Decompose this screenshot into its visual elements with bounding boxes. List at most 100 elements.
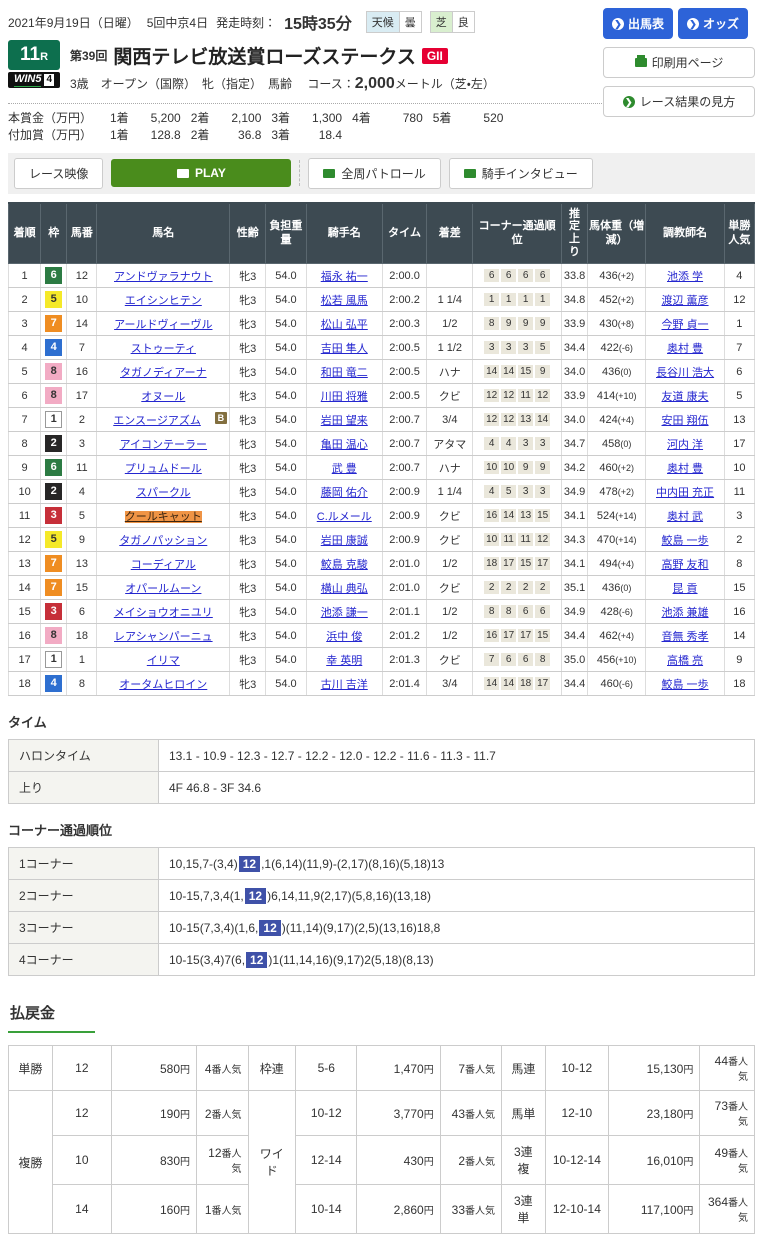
- horse-name-link[interactable]: オヌール: [141, 391, 185, 403]
- trainer-link[interactable]: 昆 貢: [673, 583, 698, 595]
- jockey-link[interactable]: 岩田 康誠: [321, 535, 368, 547]
- horse-name-link[interactable]: クールキャット: [124, 510, 202, 523]
- horse-name-link[interactable]: メイショウオニユリ: [114, 607, 213, 619]
- jockey-link[interactable]: 藤岡 佑介: [321, 487, 368, 499]
- body-weight: 422(-6): [587, 335, 647, 361]
- horse-name-link[interactable]: エイシンヒテン: [125, 295, 202, 307]
- patrol-video-button[interactable]: 全周パトロール: [308, 157, 441, 189]
- horse-name-link[interactable]: アンドヴァラナウト: [114, 271, 213, 283]
- turf-value: 良: [451, 11, 475, 33]
- corner-order: 8866: [472, 599, 562, 625]
- trainer-link[interactable]: 中内田 充正: [656, 487, 714, 499]
- horse-number: 5: [66, 503, 98, 529]
- play-button[interactable]: PLAY: [111, 159, 292, 188]
- last-3f-time: 33.9: [560, 311, 589, 337]
- horse-name-link[interactable]: アールドヴィーヴル: [114, 319, 212, 331]
- result-row: 12 5 9 タガノパッション 牝3 54.0 岩田 康誠 2:00.9 クビ …: [7, 527, 756, 553]
- corner-section-title: コーナー通過順位: [8, 823, 113, 839]
- horse-name-link[interactable]: レアシャンパーニュ: [114, 631, 213, 643]
- jockey-link[interactable]: 幸 英明: [326, 655, 362, 667]
- corner-order: 1111: [472, 287, 562, 313]
- horse-name-link[interactable]: エンスージアズム: [113, 415, 201, 427]
- blinkers-badge: B: [214, 411, 228, 424]
- jockey-link[interactable]: 横山 典弘: [321, 583, 368, 595]
- jockey-link[interactable]: 古川 吉洋: [321, 679, 368, 691]
- race-video-button[interactable]: レース映像: [14, 157, 104, 189]
- jockey-link[interactable]: 鮫島 克駿: [321, 559, 368, 571]
- jockey-link[interactable]: 吉田 隼人: [321, 343, 368, 355]
- horse-name-link[interactable]: ストゥーティ: [131, 343, 196, 355]
- col-horse-number: 馬番: [66, 201, 98, 265]
- jockey-link[interactable]: 岩田 望来: [321, 415, 368, 427]
- jockey-link[interactable]: 福永 祐一: [321, 271, 368, 283]
- horse-name-link[interactable]: イリマ: [147, 655, 180, 667]
- margin: ハナ: [426, 455, 474, 481]
- result-guide-button[interactable]: ❯ レース結果の見方: [603, 86, 755, 117]
- sex-age: 牝3: [229, 407, 267, 433]
- payout-table: 単勝 12 580円 4番人気 枠連 5-6 1,470円 7番人気 馬連 10…: [8, 1045, 755, 1235]
- horse-name-link[interactable]: タガノディアーナ: [120, 367, 207, 379]
- frame-number-badge: 5: [45, 291, 63, 309]
- video-camera-icon: [323, 168, 336, 178]
- finish-position: 1: [7, 263, 42, 289]
- horse-name-link[interactable]: コーディアル: [131, 559, 196, 571]
- weight-carried: 54.0: [265, 383, 307, 409]
- frame-number-badge: 3: [45, 507, 63, 525]
- winner-highlight: 12: [244, 887, 267, 904]
- jockey-link[interactable]: 武 豊: [332, 463, 357, 475]
- trainer-link[interactable]: 奥村 豊: [667, 463, 703, 475]
- weight-carried: 54.0: [265, 335, 307, 361]
- trainer-link[interactable]: 鮫島 一歩: [662, 679, 709, 691]
- horse-name-link[interactable]: タガノパッション: [119, 535, 207, 547]
- jockey-link[interactable]: 池添 謙一: [321, 607, 368, 619]
- odds-button[interactable]: ❯ オッズ: [678, 8, 749, 39]
- result-row: 4 4 7 ストゥーティ 牝3 54.0 吉田 隼人 2:00.5 1 1/2 …: [7, 335, 756, 361]
- horse-name-link[interactable]: アイコンテーラー: [120, 439, 207, 451]
- trainer-link[interactable]: 奥村 豊: [667, 343, 703, 355]
- horse-name-link[interactable]: オータムヒロイン: [119, 679, 207, 691]
- winner-highlight: 12: [246, 951, 268, 968]
- trainer-link[interactable]: 鮫島 一歩: [662, 535, 709, 547]
- last-3f-time: 34.7: [560, 431, 589, 457]
- horse-number: 8: [66, 671, 98, 697]
- trainer-link[interactable]: 音無 秀孝: [662, 631, 709, 643]
- horse-number: 1: [66, 647, 98, 673]
- trainer-link[interactable]: 池添 学: [667, 271, 703, 283]
- arrow-circle-icon: ❯: [622, 95, 635, 108]
- jockey-link[interactable]: 川田 将雅: [321, 391, 368, 403]
- trainer-link[interactable]: 友道 康夫: [662, 391, 709, 403]
- horse-name-link[interactable]: プリュムドール: [125, 463, 202, 475]
- result-row: 11 3 5 クールキャット 牝3 54.0 C.ルメール 2:00.9 クビ …: [7, 503, 756, 529]
- result-row: 3 7 14 アールドヴィーヴル 牝3 54.0 松山 弘平 2:00.3 1/…: [7, 311, 756, 337]
- last-3f-time: 34.3: [560, 527, 589, 553]
- trainer-link[interactable]: 長谷川 浩大: [656, 367, 714, 379]
- jockey-link[interactable]: 松山 弘平: [321, 319, 368, 331]
- corner-order: 3335: [472, 335, 562, 361]
- jockey-link[interactable]: 松若 風馬: [321, 295, 368, 307]
- trainer-link[interactable]: 高橋 亮: [667, 655, 703, 667]
- entry-table-button[interactable]: ❯ 出馬表: [603, 8, 674, 39]
- trainer-link[interactable]: 今野 貞一: [662, 319, 709, 331]
- trainer-link[interactable]: 奥村 武: [667, 511, 703, 523]
- jockey-link[interactable]: C.ルメール: [317, 511, 372, 523]
- frame-number-badge: 4: [45, 675, 63, 693]
- trainer-link[interactable]: 渡辺 薫彦: [662, 295, 709, 307]
- trainer-link[interactable]: 安田 翔伍: [662, 415, 709, 427]
- print-page-button[interactable]: 印刷用ページ: [603, 47, 755, 78]
- horse-name-link[interactable]: スパークル: [136, 487, 191, 499]
- wide-label: ワイド: [247, 1090, 297, 1235]
- prize-main-label: 本賞金（万円）: [8, 111, 93, 125]
- weather-label: 天候: [365, 11, 399, 33]
- trainer-link[interactable]: 高野 友和: [662, 559, 709, 571]
- jockey-interview-button[interactable]: 騎手インタビュー: [448, 157, 593, 189]
- col-corner-order: コーナー通過順位: [472, 201, 562, 265]
- frame-number-badge: 4: [45, 339, 63, 357]
- jockey-link[interactable]: 亀田 温心: [321, 439, 368, 451]
- result-row: 15 3 6 メイショウオニユリ 牝3 54.0 池添 謙一 2:01.1 1/…: [7, 599, 756, 625]
- horse-name-link[interactable]: オパールムーン: [125, 583, 201, 595]
- trainer-link[interactable]: 池添 兼雄: [662, 607, 709, 619]
- trainer-link[interactable]: 河内 洋: [667, 439, 703, 451]
- jockey-link[interactable]: 和田 竜二: [321, 367, 368, 379]
- jockey-link[interactable]: 浜中 俊: [326, 631, 362, 643]
- weight-carried: 54.0: [265, 575, 307, 601]
